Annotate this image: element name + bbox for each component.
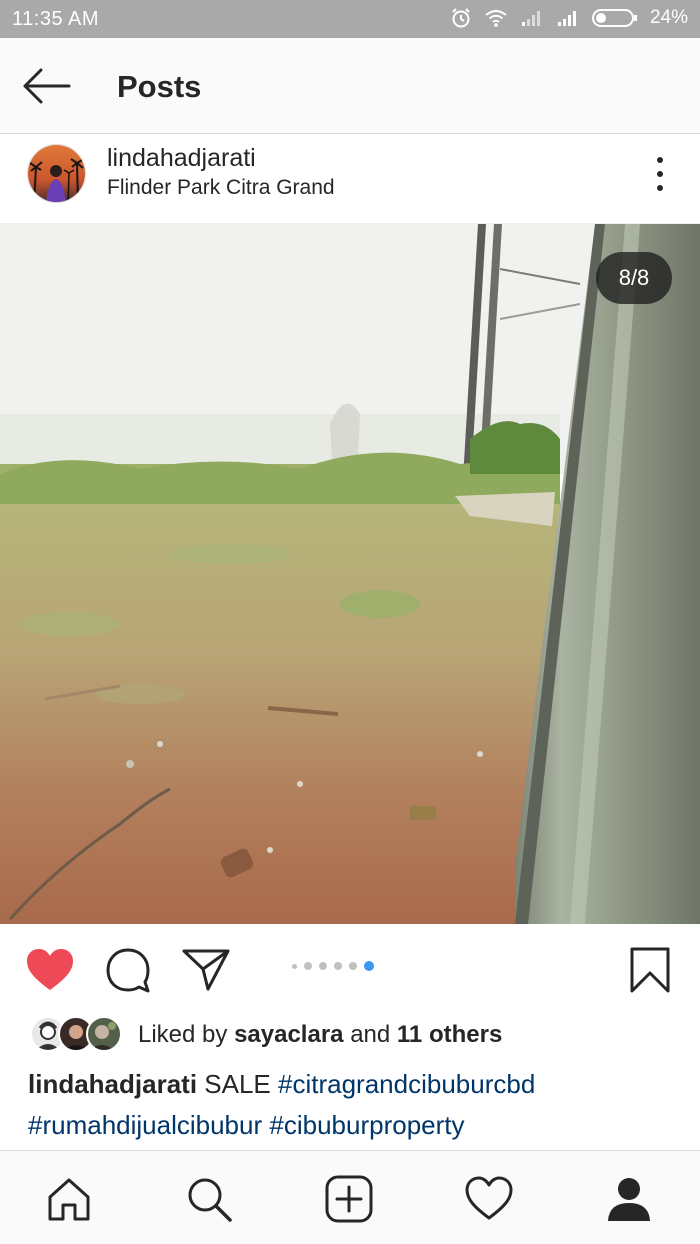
save-button[interactable] [624, 944, 676, 996]
profile-icon [608, 1178, 650, 1221]
arrow-left-icon [23, 68, 71, 104]
likes-summary[interactable]: Liked by sayaclara and 11 others [138, 1021, 502, 1049]
likes-prefix: Liked by [138, 1021, 228, 1048]
status-bar: 11:35 AM 24% [0, 0, 700, 38]
carousel-dot-active [364, 961, 374, 971]
likes-others[interactable]: 11 others [397, 1021, 502, 1048]
caption-text: SALE [204, 1069, 271, 1099]
add-post-icon [325, 1175, 373, 1223]
carousel-dot [334, 962, 342, 970]
nav-search[interactable] [181, 1171, 237, 1227]
heart-icon [465, 1176, 513, 1220]
likes-row: Liked by sayaclara and 11 others [0, 1010, 700, 1062]
carousel-counter: 8/8 [596, 252, 672, 304]
alarm-icon [452, 8, 470, 28]
comment-icon [106, 948, 150, 993]
app-header: Posts [0, 38, 700, 134]
avatar[interactable] [27, 144, 86, 203]
post-header: lindahadjarati Flinder Park Citra Grand [0, 134, 700, 224]
post-photo[interactable]: 8/8 [0, 224, 700, 924]
battery-percent: 24% [649, 7, 688, 28]
battery-icon [591, 9, 637, 27]
carousel-dot [349, 962, 357, 970]
wifi-icon [485, 10, 507, 27]
more-options-button[interactable] [650, 154, 670, 194]
share-button[interactable] [180, 944, 232, 996]
avatar [86, 1016, 122, 1052]
bookmark-icon [630, 947, 670, 993]
home-icon [48, 1178, 90, 1221]
carousel-dot [319, 962, 327, 970]
action-bar [0, 924, 700, 1010]
liker-avatars[interactable] [30, 1016, 122, 1054]
carousel-dot [304, 962, 312, 970]
hashtag[interactable]: #rumahdijualcibubur [28, 1110, 262, 1140]
nav-new-post[interactable] [321, 1171, 377, 1227]
post-location[interactable]: Flinder Park Citra Grand [107, 176, 335, 200]
signal-icon [521, 11, 540, 26]
signal-icon [557, 11, 576, 26]
nav-activity[interactable] [461, 1171, 517, 1227]
page-title: Posts [117, 69, 202, 104]
comment-button[interactable] [102, 944, 154, 996]
status-time: 11:35 AM [12, 8, 100, 30]
hashtag[interactable]: #cibuburproperty [269, 1110, 464, 1140]
more-icon [657, 157, 663, 163]
nav-profile[interactable] [601, 1171, 657, 1227]
carousel-dot [292, 963, 297, 969]
heart-filled-icon [27, 949, 73, 990]
liker-username[interactable]: sayaclara [234, 1021, 343, 1048]
post-caption: lindahadjarati SALE #citragrandcibuburcb… [28, 1064, 678, 1146]
search-icon [188, 1178, 232, 1222]
back-button[interactable] [18, 62, 74, 110]
caption-username[interactable]: lindahadjarati [28, 1069, 197, 1099]
post-username[interactable]: lindahadjarati [107, 144, 256, 173]
hashtag[interactable]: #citragrandcibuburcbd [278, 1069, 535, 1099]
nav-home[interactable] [41, 1171, 97, 1227]
send-icon [182, 949, 230, 991]
status-icons: 24% [450, 7, 688, 29]
likes-connector: and [350, 1021, 391, 1048]
bottom-nav [0, 1150, 700, 1244]
carousel-indicator [292, 961, 374, 971]
like-button[interactable] [24, 944, 76, 996]
